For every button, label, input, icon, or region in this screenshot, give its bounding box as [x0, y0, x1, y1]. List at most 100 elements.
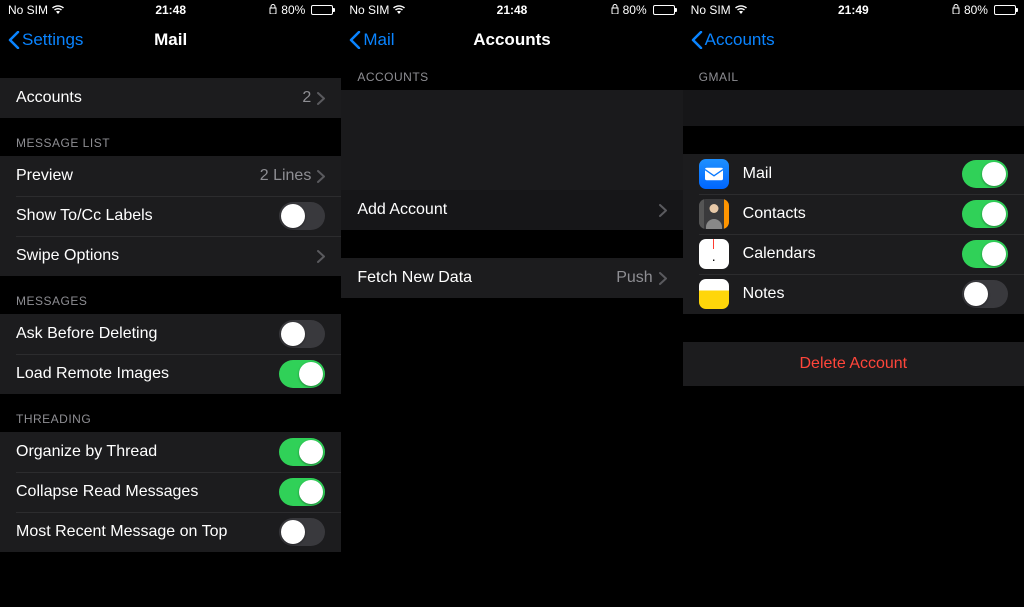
chevron-left-icon [691, 31, 703, 49]
row-load-remote-images: Load Remote Images [0, 354, 341, 394]
row-collapse-read: Collapse Read Messages [0, 472, 341, 512]
wifi-icon [52, 3, 64, 17]
group-message-list: Preview 2 Lines Show To/Cc Labels Swipe … [0, 156, 341, 276]
row-label: Notes [743, 285, 962, 303]
calendar-icon: · [699, 239, 729, 269]
toggle-mail[interactable] [962, 160, 1008, 188]
battery-icon [992, 5, 1016, 15]
row-label: Add Account [357, 201, 658, 219]
row-label: Fetch New Data [357, 269, 616, 287]
chevron-right-icon [317, 250, 325, 263]
row-label: Collapse Read Messages [16, 483, 279, 501]
row-label: Mail [743, 165, 962, 183]
back-label: Settings [22, 30, 83, 50]
back-label: Accounts [705, 30, 775, 50]
nav-bar: Mail Accounts [341, 20, 682, 60]
content: Accounts 2 MESSAGE LIST Preview 2 Lines … [0, 60, 341, 552]
nav-bar: Accounts [683, 20, 1024, 60]
lock-icon [952, 3, 960, 17]
toggle-remote-images[interactable] [279, 360, 325, 388]
group-fetch: Fetch New Data Push [341, 258, 682, 298]
row-swipe-options[interactable]: Swipe Options [0, 236, 341, 276]
back-button[interactable]: Accounts [691, 30, 775, 50]
lock-icon [611, 3, 619, 17]
battery-pct: 80% [964, 3, 988, 17]
battery-pct: 80% [281, 3, 305, 17]
section-header-messages: MESSAGES [0, 276, 341, 314]
carrier-text: No SIM [8, 3, 48, 17]
battery-pct: 80% [623, 3, 647, 17]
status-bar: No SIM 21:48 80% [341, 0, 682, 20]
row-account-redacted-1[interactable] [341, 90, 682, 140]
status-bar: No SIM 21:49 80% [683, 0, 1024, 20]
toggle-contacts[interactable] [962, 200, 1008, 228]
delete-label: Delete Account [800, 355, 908, 373]
group-accounts: Accounts 2 [0, 78, 341, 118]
row-label: Preview [16, 167, 260, 185]
row-preview[interactable]: Preview 2 Lines [0, 156, 341, 196]
row-fetch-new-data[interactable]: Fetch New Data Push [341, 258, 682, 298]
section-header-gmail: GMAIL [683, 60, 1024, 90]
battery-icon [309, 5, 333, 15]
row-organize-thread: Organize by Thread [0, 432, 341, 472]
carrier-text: No SIM [691, 3, 731, 17]
delete-account-button[interactable]: Delete Account [683, 342, 1024, 386]
row-show-tocc: Show To/Cc Labels [0, 196, 341, 236]
row-service-calendars: · Calendars [683, 234, 1024, 274]
row-account-redacted-2[interactable] [341, 140, 682, 190]
row-label: Contacts [743, 205, 962, 223]
row-label: Most Recent Message on Top [16, 523, 279, 541]
nav-bar: Settings Mail [0, 20, 341, 60]
toggle-organize-thread[interactable] [279, 438, 325, 466]
row-recent-top: Most Recent Message on Top [0, 512, 341, 552]
wifi-icon [735, 3, 747, 17]
chevron-left-icon [349, 31, 361, 49]
group-threading: Organize by Thread Collapse Read Message… [0, 432, 341, 552]
section-header-accounts: ACCOUNTS [341, 60, 682, 90]
row-service-contacts: Contacts [683, 194, 1024, 234]
toggle-collapse-read[interactable] [279, 478, 325, 506]
group-messages: Ask Before Deleting Load Remote Images [0, 314, 341, 394]
row-email-redacted[interactable] [683, 90, 1024, 126]
carrier-text: No SIM [349, 3, 389, 17]
chevron-right-icon [659, 272, 667, 285]
chevron-right-icon [659, 204, 667, 217]
toggle-recent-top[interactable] [279, 518, 325, 546]
wifi-icon [393, 3, 405, 17]
back-label: Mail [363, 30, 394, 50]
row-accounts[interactable]: Accounts 2 [0, 78, 341, 118]
row-service-mail: Mail [683, 154, 1024, 194]
row-label: Load Remote Images [16, 365, 279, 383]
lock-icon [269, 3, 277, 17]
row-value: 2 Lines [260, 167, 312, 185]
group-account-list: Add Account [341, 90, 682, 230]
back-button[interactable]: Settings [8, 30, 83, 50]
row-label: Calendars [743, 245, 962, 263]
status-bar: No SIM 21:48 80% [0, 0, 341, 20]
toggle-show-tocc[interactable] [279, 202, 325, 230]
screen-accounts: No SIM 21:48 80% Mail Accounts ACCOUNTS … [341, 0, 682, 607]
notes-icon [699, 279, 729, 309]
row-service-notes: Notes [683, 274, 1024, 314]
row-label: Swipe Options [16, 247, 317, 265]
toggle-ask-delete[interactable] [279, 320, 325, 348]
mail-icon [699, 159, 729, 189]
row-label: Show To/Cc Labels [16, 207, 279, 225]
contacts-icon [699, 199, 729, 229]
back-button[interactable]: Mail [349, 30, 394, 50]
screen-gmail-account: No SIM 21:49 80% Accounts GMAIL Mail Con… [683, 0, 1024, 607]
row-add-account[interactable]: Add Account [341, 190, 682, 230]
screen-mail-settings: No SIM 21:48 80% Settings Mail Accounts … [0, 0, 341, 607]
row-value: 2 [302, 89, 311, 107]
section-header-threading: THREADING [0, 394, 341, 432]
row-ask-before-deleting: Ask Before Deleting [0, 314, 341, 354]
section-header-msglist: MESSAGE LIST [0, 118, 341, 156]
chevron-right-icon [317, 92, 325, 105]
chevron-right-icon [317, 170, 325, 183]
row-label: Organize by Thread [16, 443, 279, 461]
toggle-calendars[interactable] [962, 240, 1008, 268]
toggle-notes[interactable] [962, 280, 1008, 308]
group-services: Mail Contacts · Calendars Notes [683, 154, 1024, 314]
row-value: Push [616, 269, 652, 287]
battery-icon [651, 5, 675, 15]
